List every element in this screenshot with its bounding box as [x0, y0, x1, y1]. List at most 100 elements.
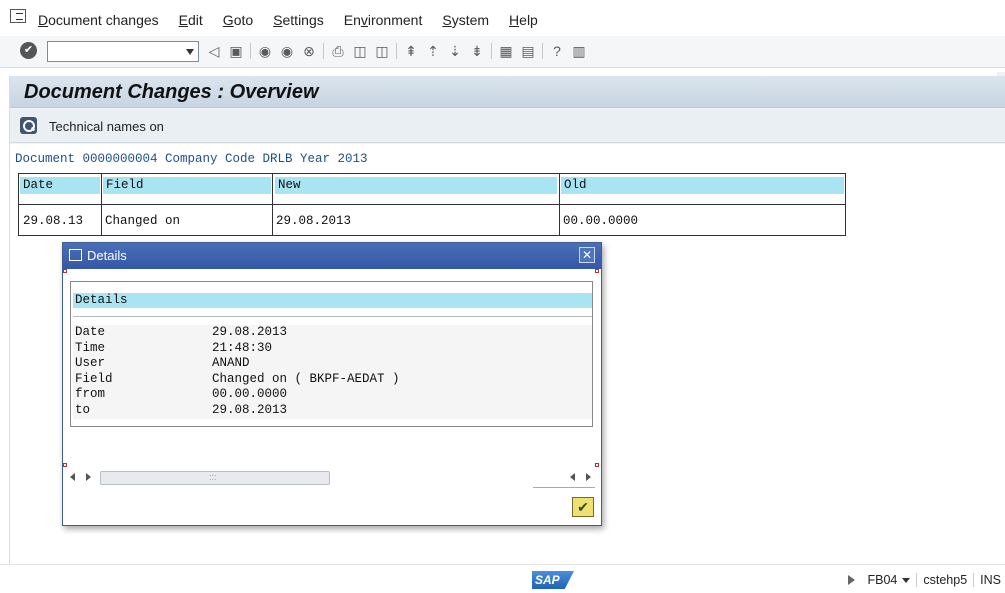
toolbar-separator	[491, 43, 492, 59]
details-list: Date 29.08.2013 Time 21:48:30 User ANAND Fi…	[73, 325, 592, 419]
list-item: from 00.00.0000	[73, 387, 592, 403]
application-toolbar: Technical names on	[10, 109, 1005, 143]
close-button[interactable]: ✕	[579, 247, 595, 263]
status-separator	[973, 573, 975, 587]
footer-divider	[533, 487, 595, 488]
column-header-old[interactable]: Old	[561, 177, 844, 194]
detail-label: Field	[75, 371, 113, 386]
list-item: Field Changed on ( BKPF-AEDAT )	[73, 372, 592, 388]
window-icon	[69, 249, 82, 261]
menu-bar: Document changes Edit Goto Settings Envi…	[0, 0, 1005, 36]
menu-edit[interactable]: Edit	[179, 12, 203, 28]
system-info: FB04 cstehp5 INS	[848, 573, 1001, 587]
previous-page-icon[interactable]: ⇡	[425, 43, 441, 59]
insert-mode: INS	[980, 573, 1001, 587]
system-menu-icon[interactable]	[10, 9, 26, 23]
detail-label: Time	[75, 340, 106, 355]
table-cell-new[interactable]: 29.08.2013	[272, 214, 558, 228]
back-nav-icon[interactable]: ◉	[257, 43, 273, 59]
detail-label: from	[75, 387, 106, 402]
status-separator	[916, 573, 918, 587]
server-name: cstehp5	[923, 573, 968, 587]
detail-value: 00.00.0000	[212, 387, 288, 402]
menu-settings[interactable]: Settings	[273, 12, 324, 28]
menu-environment[interactable]: Environment	[344, 12, 423, 28]
detail-value: Changed on ( BKPF-AEDAT )	[212, 371, 400, 386]
column-header-date[interactable]: Date	[20, 177, 100, 194]
dialog-title-bar[interactable]: Details ✕	[63, 243, 601, 269]
command-input[interactable]	[50, 43, 180, 60]
section-divider	[73, 316, 592, 317]
check-icon[interactable]: ✔	[20, 42, 37, 59]
title-bar: Document Changes : Overview	[10, 76, 1005, 108]
table-cell-date[interactable]: 29.08.13	[19, 214, 101, 228]
section-header: Details	[73, 293, 592, 308]
command-field[interactable]	[47, 41, 199, 62]
document-header-line: Document 0000000004 Company Code DRLB Ye…	[15, 152, 368, 166]
list-item: User ANAND	[73, 356, 592, 372]
print-icon[interactable]: ⎙	[330, 43, 346, 59]
save-icon[interactable]: ▣	[228, 43, 244, 59]
magnifier-icon[interactable]	[20, 117, 37, 134]
detail-label: to	[75, 402, 91, 417]
toolbar-separator	[323, 43, 324, 59]
layout-icon[interactable]: ▥	[571, 43, 587, 59]
toolbar-separator	[396, 43, 397, 59]
find-icon[interactable]: ◫	[352, 43, 368, 59]
standard-toolbar: ✔ ◁ ▣ ◉ ◉ ⊗ ⎙ ◫ ◫ ⇞ ⇡ ⇣ ⇟ ▦ ▤ ? ▥	[0, 36, 1005, 68]
table-cell-field[interactable]: Changed on	[101, 214, 271, 228]
list-item: to 29.08.2013	[73, 403, 592, 419]
detail-value: 29.08.2013	[212, 402, 288, 417]
details-dialog: Details ✕ Details Date 29.08.2013 Time 21:…	[62, 242, 602, 526]
first-page-icon[interactable]: ⇞	[403, 43, 419, 59]
detail-value: 21:48:30	[212, 340, 273, 355]
page-title: Document Changes : Overview	[24, 81, 319, 103]
column-header-new[interactable]: New	[275, 177, 557, 194]
help-icon[interactable]: ?	[549, 43, 565, 59]
resize-handle[interactable]	[595, 269, 599, 273]
toolbar-separator	[542, 43, 543, 59]
cancel-icon[interactable]: ⊗	[301, 43, 317, 59]
detail-label: Date	[75, 325, 106, 339]
dialog-title: Details	[87, 248, 127, 263]
detail-label: User	[75, 356, 106, 371]
exit-icon[interactable]: ◉	[279, 43, 295, 59]
resize-handle[interactable]	[63, 463, 67, 467]
chevron-down-icon[interactable]	[902, 577, 911, 583]
menu-document-changes[interactable]: Document changes	[38, 12, 159, 28]
toolbar-icons: ◁ ▣ ◉ ◉ ⊗ ⎙ ◫ ◫ ⇞ ⇡ ⇣ ⇟ ▦ ▤ ? ▥	[206, 43, 593, 59]
column-header-field[interactable]: Field	[103, 177, 271, 194]
toolbar-separator	[250, 43, 251, 59]
scroll-right-icon[interactable]	[586, 473, 591, 481]
status-bar: SAP FB04 cstehp5 INS	[0, 564, 1005, 593]
detail-value: 29.08.2013	[212, 325, 288, 339]
back-icon[interactable]: ◁	[206, 43, 222, 59]
find-next-icon[interactable]: ◫	[374, 43, 390, 59]
scroll-right-icon[interactable]	[86, 473, 91, 481]
menu-goto[interactable]: Goto	[223, 12, 253, 28]
scroll-grip: :::	[209, 472, 217, 482]
sap-logo: SAP	[532, 571, 574, 589]
menu-help[interactable]: Help	[509, 12, 538, 28]
last-page-icon[interactable]: ⇟	[469, 43, 485, 59]
horizontal-scrollbar[interactable]: :::	[70, 469, 593, 487]
scroll-left-icon[interactable]	[570, 473, 575, 481]
changes-table: Date Field New Old 29.08.13 Changed on 2…	[18, 173, 846, 236]
technical-names-button[interactable]: Technical names on	[49, 119, 164, 134]
row-divider	[19, 204, 845, 205]
continue-button[interactable]: ✔	[572, 497, 594, 517]
resize-handle[interactable]	[63, 269, 67, 273]
table-cell-old[interactable]: 00.00.0000	[559, 214, 844, 228]
list-item: Date 29.08.2013	[73, 325, 592, 341]
scrollbar-thumb[interactable]: :::	[100, 471, 330, 485]
chevron-down-icon[interactable]	[186, 49, 194, 55]
create-session-icon[interactable]: ▦	[498, 43, 514, 59]
next-page-icon[interactable]: ⇣	[447, 43, 463, 59]
scroll-left-icon[interactable]	[70, 473, 75, 481]
menu-system[interactable]: System	[442, 12, 489, 28]
shortcut-icon[interactable]: ▤	[520, 43, 536, 59]
resize-handle[interactable]	[595, 463, 599, 467]
menu-items: Document changes Edit Goto Settings Envi…	[38, 12, 558, 28]
list-item: Time 21:48:30	[73, 341, 592, 357]
play-icon[interactable]	[848, 575, 856, 585]
